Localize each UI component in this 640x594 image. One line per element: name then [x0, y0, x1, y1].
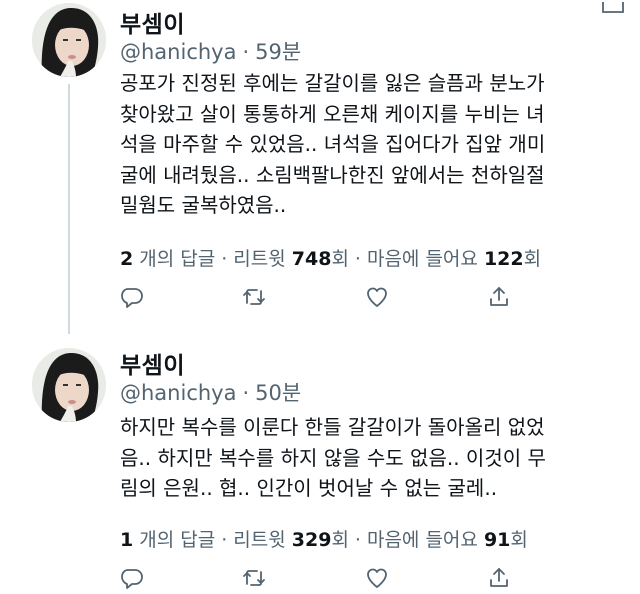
timestamp[interactable]: 50분	[255, 381, 301, 405]
tweet-stats: 2 개의 답글 · 리트윗 748회 · 마음에 들어요 122회	[120, 248, 542, 270]
thread-connector	[68, 84, 70, 334]
tweet-stats: 1 개의 답글 · 리트윗 329회 · 마음에 들어요 91회	[120, 529, 528, 551]
retweet-icon[interactable]	[242, 566, 268, 592]
retweets-stat[interactable]: 리트윗 748회	[233, 248, 349, 270]
handle[interactable]: @hanichya	[120, 40, 236, 64]
likes-stat[interactable]: 마음에 들어요 122회	[367, 248, 541, 270]
like-icon[interactable]	[365, 285, 391, 311]
handle[interactable]: @hanichya	[120, 381, 236, 405]
replies-stat[interactable]: 1 개의 답글	[120, 529, 215, 551]
display-name[interactable]: 부셈이	[120, 346, 185, 380]
timestamp[interactable]: 59분	[255, 40, 301, 64]
tweet[interactable]: 부셈이 @hanichya · 59분 공포가 진정된 후에는 갈갈이를 잃은 슬픔…	[0, 0, 640, 334]
handle-and-time: @hanichya · 59분	[120, 36, 301, 66]
separator: ·	[242, 381, 250, 405]
avatar[interactable]	[32, 348, 106, 422]
retweets-stat[interactable]: 리트윗 329회	[233, 529, 349, 551]
more-icon[interactable]	[600, 0, 626, 22]
like-icon[interactable]	[365, 566, 391, 592]
likes-stat[interactable]: 마음에 들어요 91회	[367, 529, 528, 551]
replies-stat[interactable]: 2 개의 답글	[120, 248, 215, 270]
reply-icon[interactable]	[120, 566, 146, 592]
avatar[interactable]	[32, 3, 106, 77]
tweet[interactable]: 부셈이 @hanichya · 50분 하지만 복수를 이룬다 한들 갈갈이가 돌아…	[0, 340, 640, 591]
display-name[interactable]: 부셈이	[120, 5, 185, 39]
share-icon[interactable]	[487, 566, 513, 592]
handle-and-time: @hanichya · 50분	[120, 377, 301, 407]
action-bar	[120, 285, 520, 311]
retweet-icon[interactable]	[242, 285, 268, 311]
reply-icon[interactable]	[120, 285, 146, 311]
tweet-text: 공포가 진정된 후에는 갈갈이를 잃은 슬픔과 분노가 찾아왔고 살이 통통하게…	[120, 71, 546, 217]
share-icon[interactable]	[487, 285, 513, 311]
action-bar	[120, 566, 520, 592]
tweet-text: 하지만 복수를 이룬다 한들 갈갈이가 돌아올리 없었 음.. 하지만 복수를 …	[120, 415, 546, 500]
separator: ·	[242, 40, 250, 64]
